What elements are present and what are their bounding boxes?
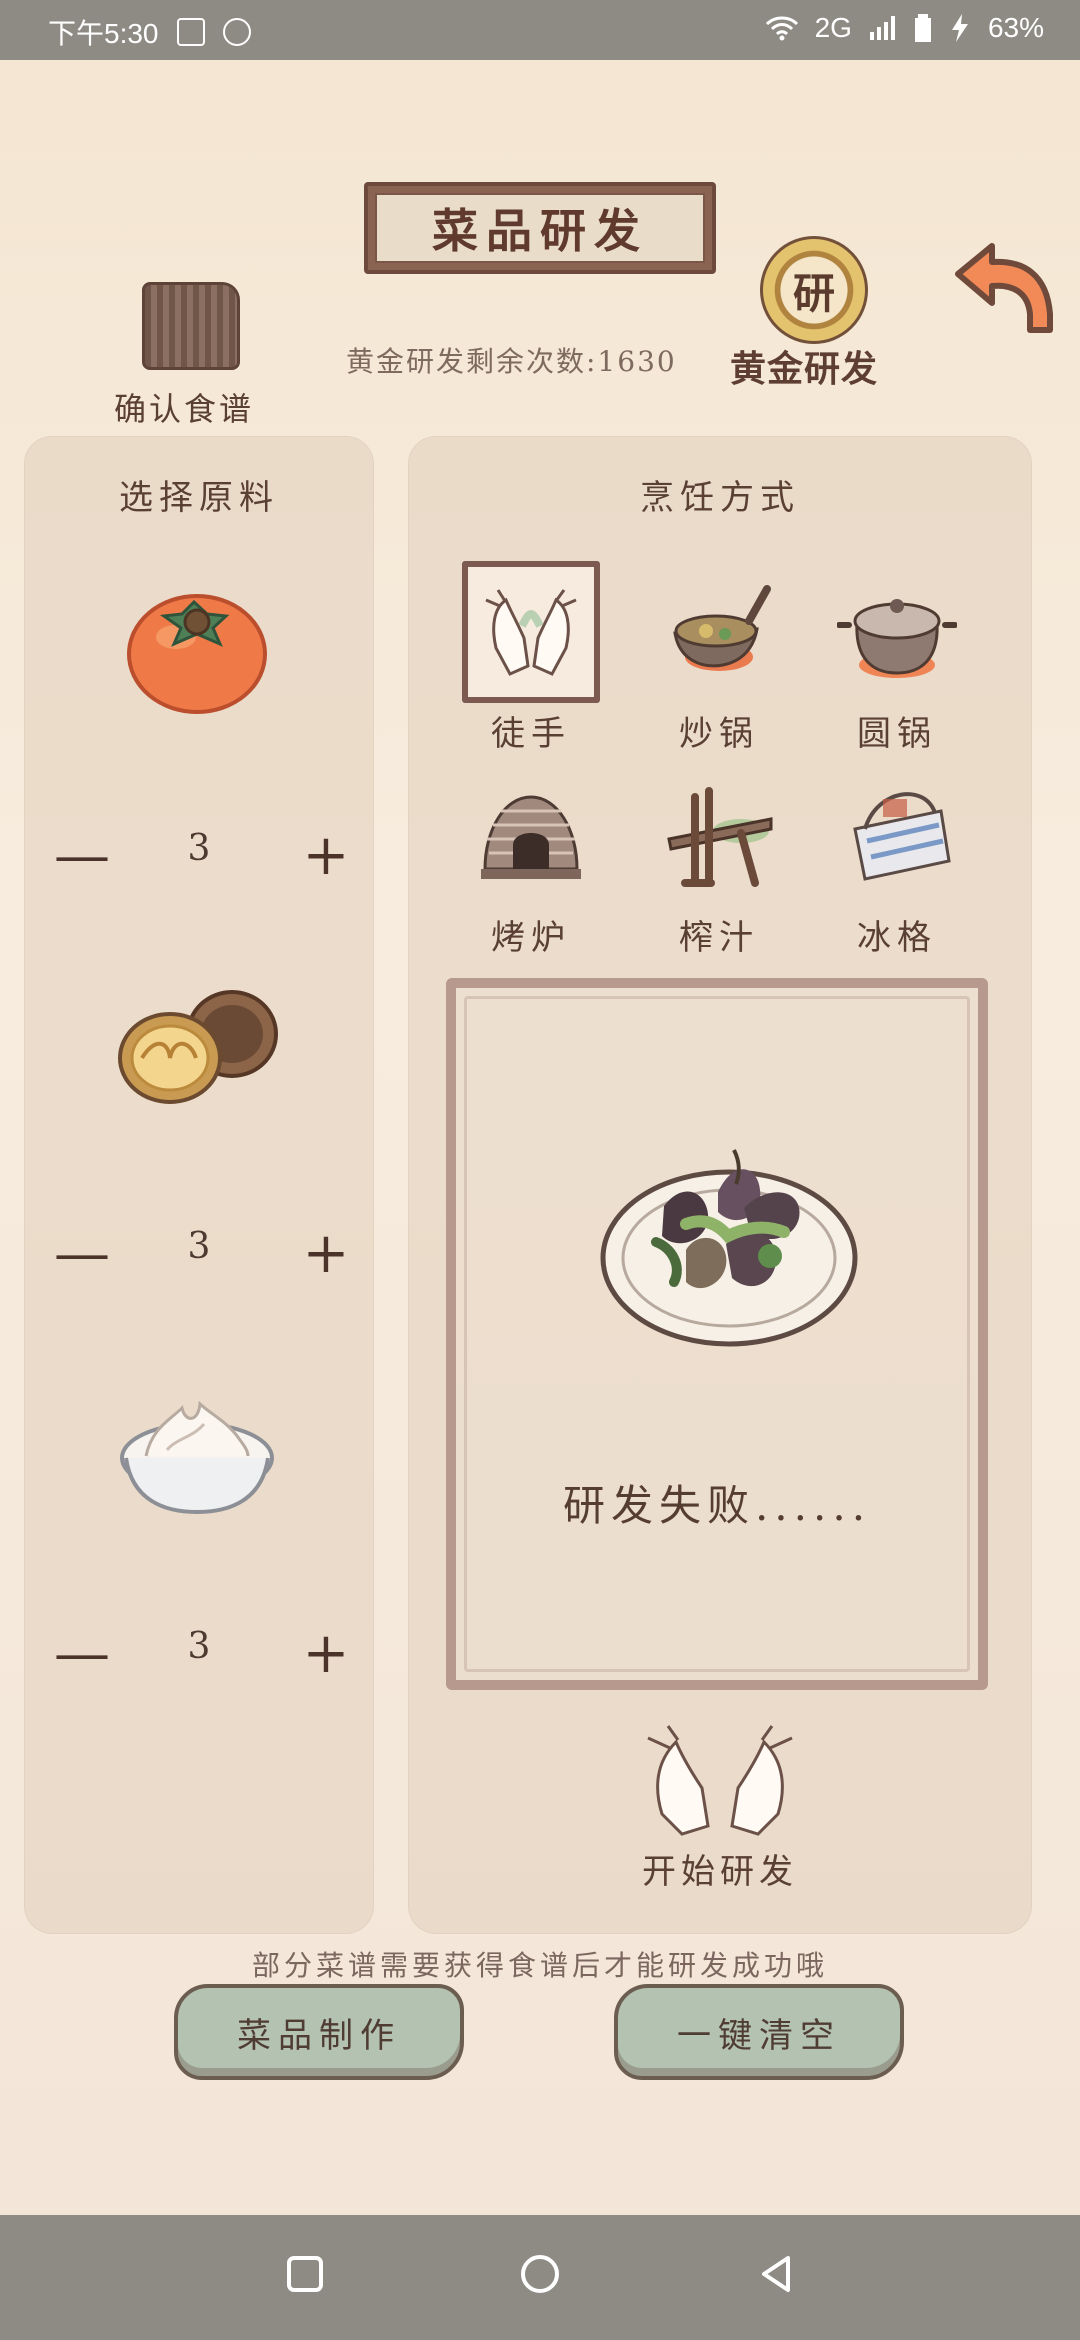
wok-icon <box>659 572 779 692</box>
method-label: 烤炉 <box>491 918 571 958</box>
start-research-label: 开始研发 <box>642 1852 798 1892</box>
golden-seal-icon: 研 <box>760 236 868 344</box>
oven-icon <box>471 776 591 896</box>
network-type: 2G <box>814 12 852 43</box>
wifi-icon <box>765 16 798 41</box>
walnut-qty-row: — 3 + <box>24 1226 374 1282</box>
method-label: 榨汁 <box>679 918 759 958</box>
ingredients-panel: 选择原料 — 3 + — 3 + — 3 + <box>24 436 374 1934</box>
scroll-book-icon <box>142 282 240 370</box>
recipe-book-button[interactable]: 确认食谱 <box>114 272 284 432</box>
recent-apps-icon[interactable] <box>283 2252 327 2296</box>
battery-level: 63% <box>987 12 1044 43</box>
quantity-value: 3 <box>187 1226 211 1267</box>
hands-icon <box>647 1725 793 1836</box>
page-title-text: 菜品研发 <box>375 193 705 263</box>
quantity-value: 3 <box>187 1626 211 1667</box>
cream-bowl-icon <box>120 1400 274 1515</box>
method-label: 炒锅 <box>679 714 759 754</box>
cream-qty-row: — 3 + <box>24 1626 374 1682</box>
method-label: 圆锅 <box>857 714 937 754</box>
golden-count: 黄金研发剩余次数:1630 <box>346 345 677 378</box>
status-bar: 下午5:30 2G 63% <box>0 0 1080 60</box>
method-juicer[interactable]: 榨汁 <box>639 776 799 966</box>
result-frame: 研发失败...... <box>446 978 988 1690</box>
failed-dish-icon <box>600 1149 858 1347</box>
golden-dev-button[interactable]: 研 黄金研发 <box>730 232 900 392</box>
hint-text: 部分菜谱需要获得食谱后才能研发成功哦 <box>251 1949 828 1982</box>
walnut-icon <box>118 990 278 1104</box>
image-icon <box>176 18 205 46</box>
charging-icon <box>951 14 968 42</box>
golden-dev-label: 黄金研发 <box>730 348 879 390</box>
download-icon <box>222 18 251 46</box>
method-oven[interactable]: 烤炉 <box>451 776 611 966</box>
back-icon[interactable] <box>754 2252 798 2296</box>
start-research-button[interactable]: 开始研发 <box>630 1722 810 1912</box>
increase-button[interactable]: + <box>296 1226 356 1282</box>
make-dish-button[interactable]: 菜品制作 <box>174 1984 464 2080</box>
ice-box-icon <box>837 776 957 896</box>
decrease-button[interactable]: — <box>52 828 112 884</box>
clear-all-button[interactable]: 一键清空 <box>614 1984 904 2080</box>
decrease-button[interactable]: — <box>52 1226 112 1282</box>
signal-icon <box>869 16 895 40</box>
persimmon-qty-row: — 3 + <box>24 828 374 884</box>
increase-button[interactable]: + <box>296 1626 356 1682</box>
result-text: 研发失败...... <box>562 1481 872 1530</box>
battery-icon <box>914 14 931 42</box>
quantity-value: 3 <box>187 828 211 869</box>
persimmon-icon <box>127 594 267 714</box>
increase-button[interactable]: + <box>296 828 356 884</box>
page-title: 菜品研发 <box>364 182 716 274</box>
recipe-book-label: 确认食谱 <box>114 390 255 428</box>
method-hands[interactable]: 徒手 <box>451 572 611 762</box>
round-pot-icon <box>837 572 957 692</box>
method-round-pot[interactable]: 圆锅 <box>817 572 977 762</box>
decrease-button[interactable]: — <box>52 1626 112 1682</box>
home-icon[interactable] <box>518 2252 562 2296</box>
method-wok[interactable]: 炒锅 <box>639 572 799 762</box>
method-ice-box[interactable]: 冰格 <box>817 776 977 966</box>
system-nav-bar <box>0 2215 1080 2340</box>
cooking-title: 烹饪方式 <box>640 478 800 518</box>
status-time: 下午5:30 <box>48 18 159 49</box>
method-label: 冰格 <box>857 918 937 958</box>
hands-icon <box>471 572 591 692</box>
ingredients-title: 选择原料 <box>119 478 279 518</box>
juicer-icon <box>659 776 779 896</box>
cooking-panel: 烹饪方式 徒手 炒锅 圆锅 烤炉 榨汁 冰格 研发失败...... 开始研发 <box>408 436 1032 1934</box>
back-button[interactable] <box>948 240 1056 336</box>
method-label: 徒手 <box>491 714 571 754</box>
back-arrow-icon <box>955 243 1053 333</box>
